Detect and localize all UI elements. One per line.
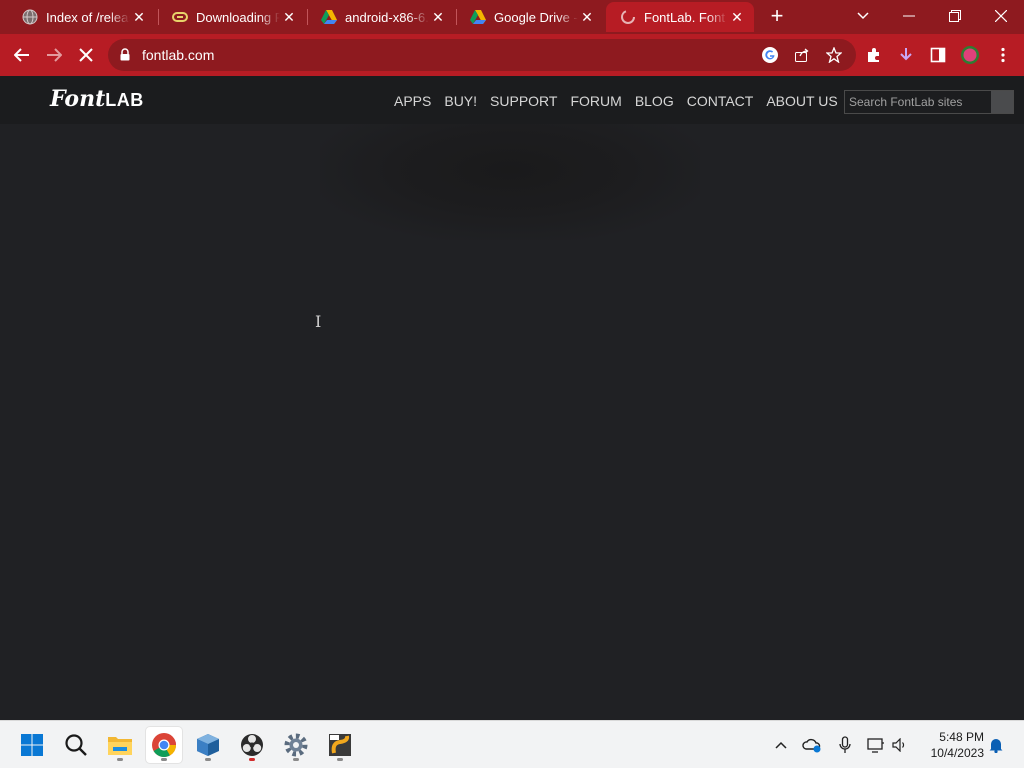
tab-close-icon[interactable]: ✕ xyxy=(728,8,746,26)
minimize-icon[interactable] xyxy=(886,0,932,32)
cheat-engine-icon[interactable] xyxy=(322,727,358,763)
stop-loading-icon[interactable] xyxy=(73,43,99,67)
nav-forum[interactable]: FORUM xyxy=(570,93,621,109)
site-search-button[interactable] xyxy=(991,91,1013,113)
profile-avatar[interactable] xyxy=(957,43,983,67)
tab-close-icon[interactable]: ✕ xyxy=(578,8,596,26)
nav-buy[interactable]: BUY! xyxy=(444,93,477,109)
running-indicator xyxy=(337,758,343,761)
text-cursor-icon: I xyxy=(315,312,322,331)
settings-icon[interactable] xyxy=(278,727,314,763)
tab-title: Index of /releases/ xyxy=(46,9,130,25)
site-header: FontLAB APPS BUY! SUPPORT FORUM BLOG CON… xyxy=(0,76,1024,124)
download-site-icon xyxy=(172,9,188,25)
tab-title: FontLab. Font editors xyxy=(644,9,728,25)
onedrive-cloud-icon[interactable] xyxy=(802,735,822,755)
site-nav: APPS BUY! SUPPORT FORUM BLOG CONTACT ABO… xyxy=(394,93,851,109)
show-hidden-icons-chevron-icon[interactable] xyxy=(771,735,791,755)
tab-title: Google Drive - xyxy=(494,9,578,25)
search-icon[interactable] xyxy=(58,727,94,763)
tab-fontlab-active[interactable]: FontLab. Font editors ✕ xyxy=(606,2,754,32)
new-tab-button[interactable]: + xyxy=(764,5,790,29)
tab-android-x86[interactable]: android-x86-6.0 ✕ xyxy=(307,2,455,32)
tab-index-of-releases[interactable]: Index of /releases/ ✕ xyxy=(8,2,156,32)
browser-toolbar: fontlab.com xyxy=(0,34,1024,76)
running-indicator xyxy=(117,758,123,761)
bookmark-star-icon[interactable] xyxy=(824,45,844,65)
running-indicator xyxy=(205,758,211,761)
obs-icon[interactable] xyxy=(234,727,270,763)
forward-arrow-icon[interactable] xyxy=(41,43,67,67)
google-drive-icon xyxy=(321,9,337,25)
side-panel-icon[interactable] xyxy=(925,43,951,67)
site-search-input[interactable] xyxy=(845,91,993,113)
clock-date: 10/4/2023 xyxy=(930,746,984,760)
share-icon[interactable] xyxy=(792,45,812,65)
menu-kebab-icon[interactable] xyxy=(990,43,1016,67)
fontlab-logo[interactable]: FontLAB xyxy=(50,86,144,112)
hero-placeholder xyxy=(320,124,700,240)
tab-title: android-x86-6.0 xyxy=(345,9,429,25)
taskbar: 5:48 PM 10/4/2023 xyxy=(0,720,1024,768)
tab-downloading-fontlab[interactable]: Downloading FontLab ✕ xyxy=(158,2,306,32)
back-arrow-icon[interactable] xyxy=(9,43,35,67)
microphone-icon[interactable] xyxy=(835,735,855,755)
tab-close-icon[interactable]: ✕ xyxy=(429,8,447,26)
virtualbox-icon[interactable] xyxy=(190,727,226,763)
tab-search-chevron-icon[interactable] xyxy=(840,0,886,32)
loading-spinner-icon xyxy=(620,9,636,25)
site-search xyxy=(844,90,1014,114)
clock-time: 5:48 PM xyxy=(939,730,984,744)
page-content: FontLAB APPS BUY! SUPPORT FORUM BLOG CON… xyxy=(0,76,1024,720)
google-drive-icon xyxy=(470,9,486,25)
nav-blog[interactable]: BLOG xyxy=(635,93,674,109)
chrome-icon[interactable] xyxy=(146,727,182,763)
extensions-puzzle-icon[interactable] xyxy=(861,43,887,67)
system-clock[interactable]: 5:48 PM 10/4/2023 xyxy=(918,729,984,761)
tab-close-icon[interactable]: ✕ xyxy=(130,8,148,26)
address-url[interactable]: fontlab.com xyxy=(142,47,214,63)
file-explorer-icon[interactable] xyxy=(102,727,138,763)
lock-icon[interactable] xyxy=(120,48,130,66)
nav-apps[interactable]: APPS xyxy=(394,93,431,109)
network-icon[interactable] xyxy=(866,735,886,755)
restore-icon[interactable] xyxy=(932,0,978,32)
running-indicator xyxy=(249,758,255,761)
close-window-icon[interactable] xyxy=(978,0,1024,32)
start-icon[interactable] xyxy=(14,727,50,763)
running-indicator xyxy=(161,758,167,761)
tab-close-icon[interactable]: ✕ xyxy=(280,8,298,26)
running-indicator xyxy=(293,758,299,761)
nav-contact[interactable]: CONTACT xyxy=(687,93,754,109)
tab-strip: Index of /releases/ ✕ Downloading FontLa… xyxy=(0,0,1024,34)
nav-about-us[interactable]: ABOUT US xyxy=(766,93,837,109)
notification-bell-icon[interactable] xyxy=(986,735,1006,755)
tab-title: Downloading FontLab xyxy=(196,9,280,25)
volume-icon[interactable] xyxy=(890,735,910,755)
globe-icon xyxy=(22,9,38,25)
google-icon[interactable] xyxy=(760,45,780,65)
downloads-icon[interactable] xyxy=(893,43,919,67)
tab-google-drive[interactable]: Google Drive - ✕ xyxy=(456,2,604,32)
nav-support[interactable]: SUPPORT xyxy=(490,93,557,109)
address-bar[interactable]: fontlab.com xyxy=(108,39,856,71)
